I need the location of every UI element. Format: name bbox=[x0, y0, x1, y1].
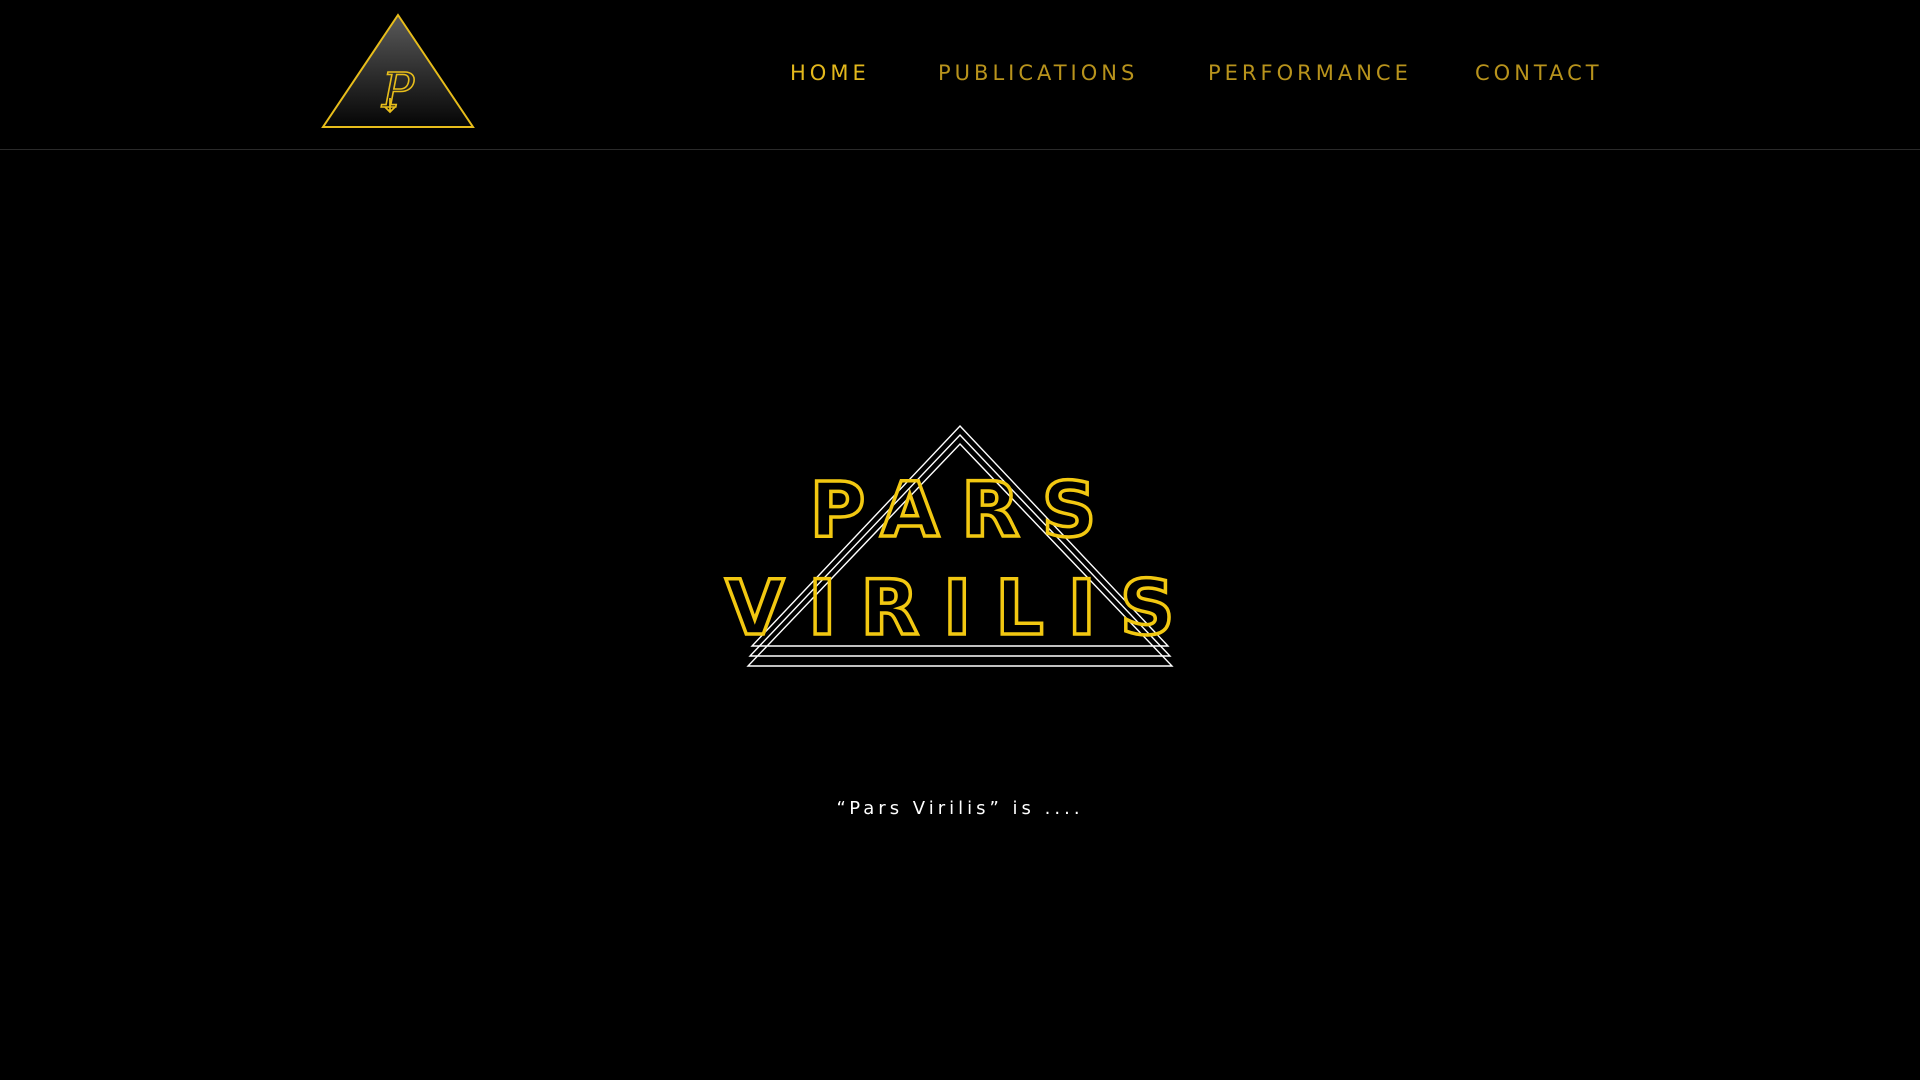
nav-publications[interactable]: PUBLICATIONS bbox=[938, 58, 1138, 88]
hero-logo: PARS VIRILIS bbox=[724, 418, 1190, 673]
hero-title-line1: PARS bbox=[810, 465, 1119, 554]
site-header: P HOME PUBLICATIONS PERFORMANCE CONTACT bbox=[0, 0, 1920, 150]
nav-contact[interactable]: CONTACT bbox=[1475, 58, 1603, 88]
nav-performance[interactable]: PERFORMANCE bbox=[1208, 58, 1412, 88]
nav-home[interactable]: HOME bbox=[790, 58, 870, 88]
svg-text:P: P bbox=[381, 63, 415, 119]
pyramid-p-logo-icon: P bbox=[321, 13, 475, 128]
page: P HOME PUBLICATIONS PERFORMANCE CONTACT … bbox=[0, 0, 1920, 1080]
hero-tagline: “Pars Virilis” is .... bbox=[836, 798, 1084, 819]
pars-virilis-emblem: PARS VIRILIS bbox=[724, 424, 1176, 667]
hero-title-line2: VIRILIS bbox=[725, 563, 1198, 652]
site-logo[interactable]: P bbox=[320, 12, 476, 130]
